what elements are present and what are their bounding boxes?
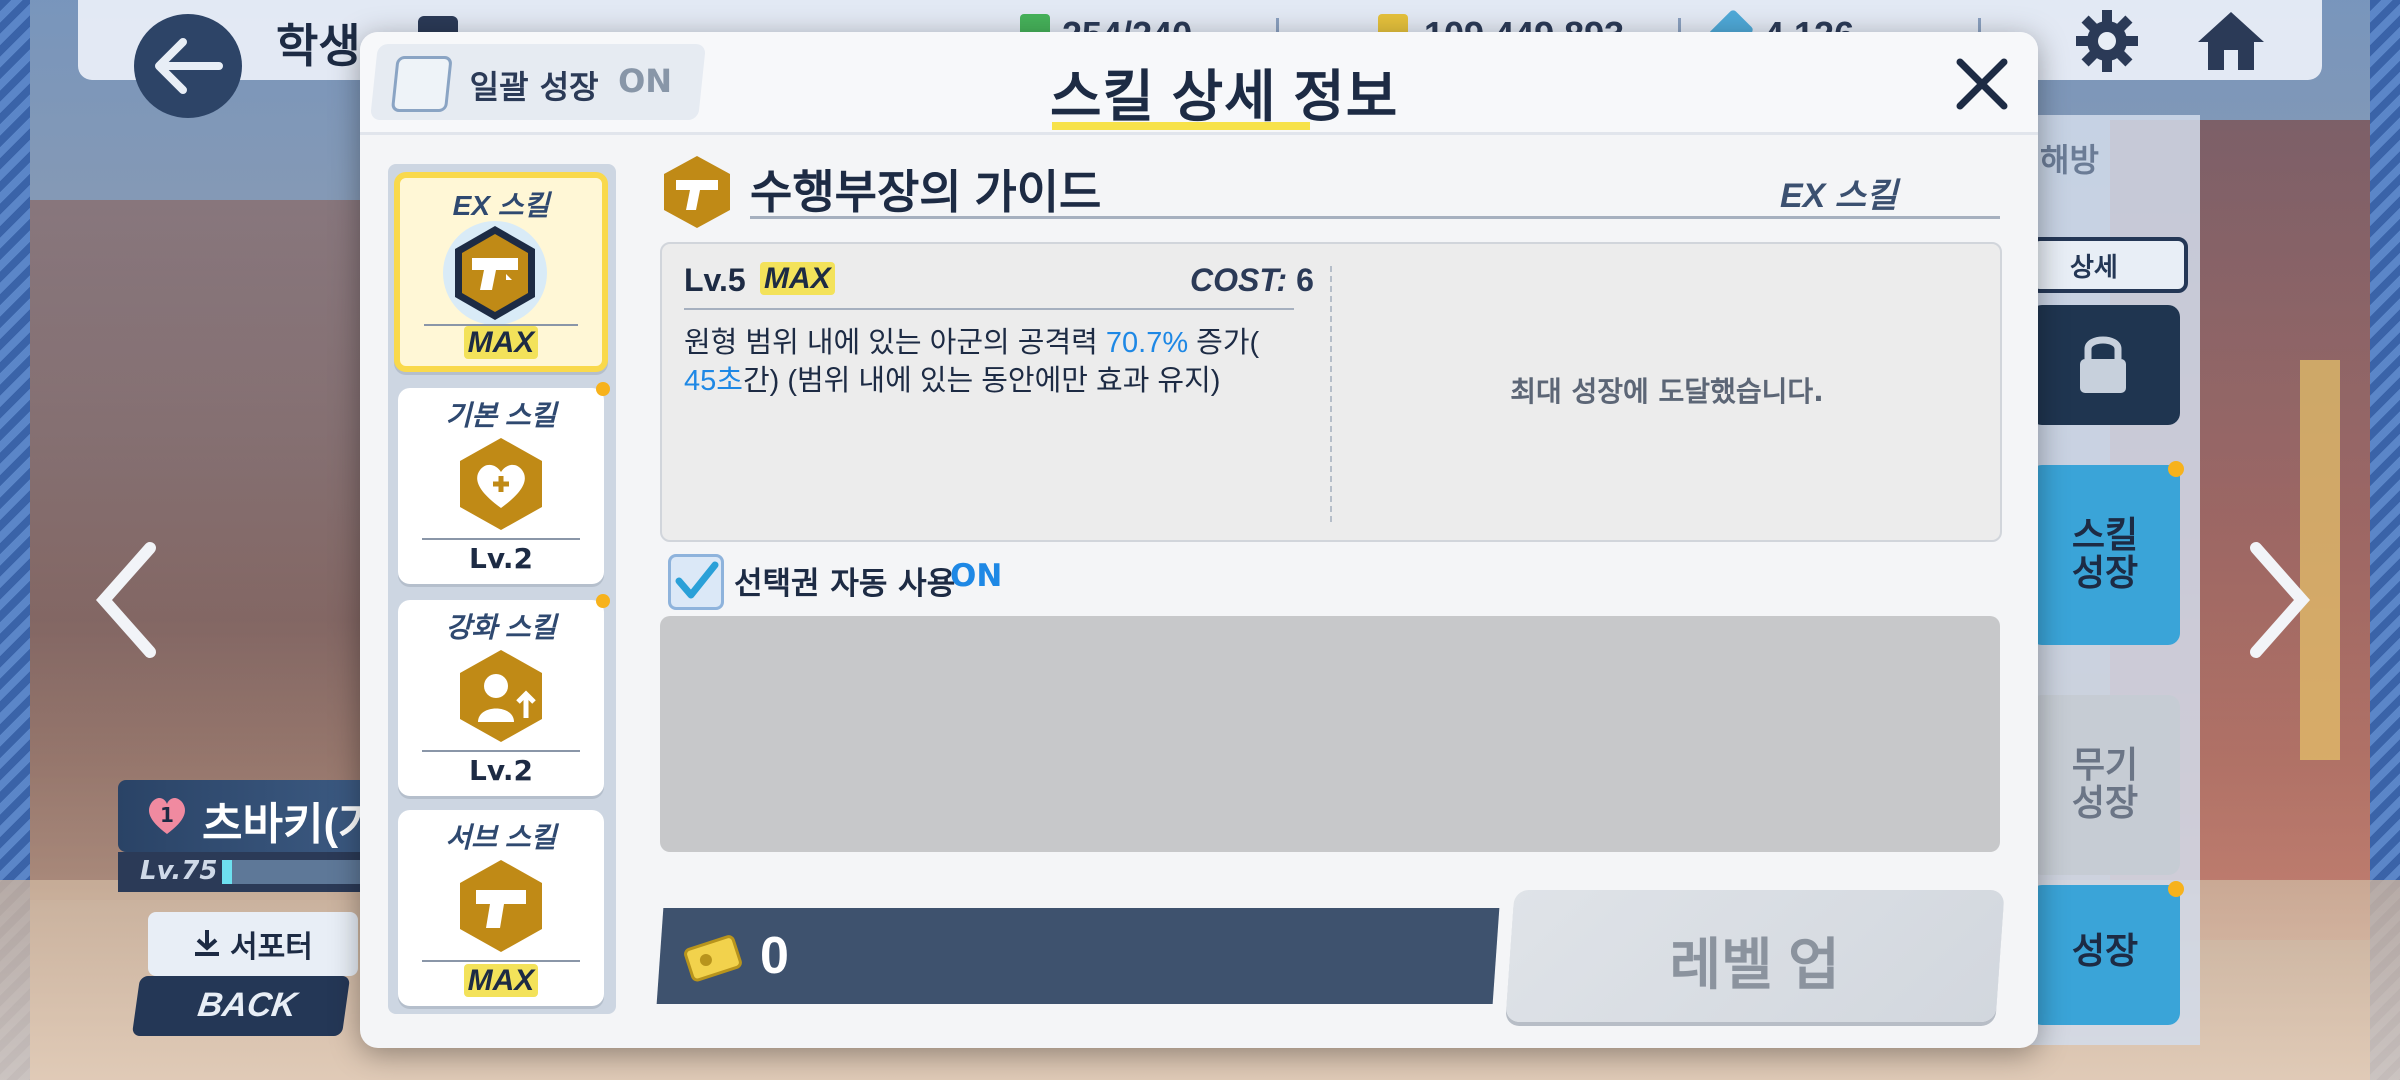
max-growth-message: 최대 성장에 도달했습니다.: [1510, 375, 1824, 408]
auto-use-label: 선택권 자동 사용: [734, 566, 956, 602]
heal-icon: [460, 438, 542, 530]
title-underline: [1052, 122, 1310, 130]
gun-icon: [664, 156, 730, 228]
screen-title: 학생: [276, 20, 361, 72]
desc-highlight-value: 70.7%: [1105, 327, 1189, 359]
desc-highlight-duration: 45초: [684, 365, 743, 397]
heart-icon: 1: [148, 797, 186, 834]
bulk-growth-state: ON: [618, 62, 673, 100]
skill-growth-label: 스킬 성장: [2071, 515, 2139, 594]
tab-level: Lv.2: [469, 542, 533, 575]
supporter-button[interactable]: 서포터: [148, 912, 358, 976]
gun-icon: [443, 221, 547, 325]
skill-growth-button[interactable]: 스킬 성장: [2030, 461, 2184, 645]
gun-icon: [460, 860, 542, 952]
bulk-growth-toggle[interactable]: 일괄 성장 ON: [370, 44, 706, 120]
auto-use-state: ON: [950, 558, 1003, 594]
character-level: Lv.75: [140, 856, 218, 886]
home-icon[interactable]: [2194, 6, 2268, 76]
skill-type: EX 스킬: [1780, 177, 1898, 215]
tab-level: MAX: [400, 326, 602, 360]
locked-ability-button[interactable]: [2030, 305, 2180, 425]
skill-level: Lv.5: [684, 262, 746, 298]
credit-icon: [684, 935, 742, 982]
tab-divider: [422, 960, 580, 962]
modal-header: 일괄 성장 ON 스킬 상세 정보: [360, 32, 2038, 135]
skill-name: 수행부장의 가이드: [750, 166, 1102, 218]
detail-button[interactable]: 상세: [2030, 237, 2188, 293]
liberation-header: 해방: [2040, 141, 2099, 179]
tab-divider: [422, 750, 580, 752]
skill-header-divider: [750, 216, 2000, 219]
close-icon[interactable]: [1952, 54, 2012, 114]
exp-bar: [222, 860, 362, 884]
desc-text: 원형 범위 내에 있는 아군의 공격력: [684, 327, 1106, 359]
max-badge: MAX: [760, 262, 835, 295]
auto-use-checkbox[interactable]: [668, 554, 724, 610]
chevron-right-icon[interactable]: [2244, 540, 2314, 660]
tab-level: MAX: [398, 964, 604, 998]
desc-text: 간) (범위 내에 있는 동안에만 효과 유지): [742, 365, 1221, 397]
back-arrow-button[interactable]: [134, 14, 242, 118]
lock-icon: [2080, 336, 2126, 393]
modal-title: 스킬 상세 정보: [1050, 65, 1399, 128]
bulk-growth-label: 일괄 성장: [469, 68, 599, 106]
weapon-growth-button[interactable]: 무기 성장: [2030, 695, 2180, 875]
tab-divider: [422, 538, 580, 540]
tab-ex-skill[interactable]: EX 스킬 MAX: [394, 172, 608, 372]
level-up-label: 레벨 업: [1669, 933, 1840, 996]
skill-description: 원형 범위 내에 있는 아군의 공격력 70.7% 증가( 45초간) (범위 내…: [684, 324, 1284, 400]
bulk-growth-checkbox[interactable]: [390, 56, 453, 112]
tab-enhance-skill[interactable]: 강화 스킬 Lv.2: [398, 594, 610, 796]
material-slot-area: [660, 616, 2000, 852]
credit-cost-bar: 0: [656, 908, 1500, 1004]
notification-dot: [2168, 461, 2184, 477]
dashed-divider: [1330, 266, 1332, 522]
skill-tab-list: EX 스킬 MAX 기본 스킬 Lv.2 강화 스킬 Lv.2 서브 스킬 MA…: [388, 164, 616, 1014]
credit-cost-value: 0: [760, 927, 789, 985]
back-label: BACK: [195, 986, 300, 1024]
weapon-growth-label: 무기 성장: [2071, 745, 2139, 824]
right-side-panel: 해방 상세 스킬 성장 무기 성장 성장: [2020, 115, 2200, 1045]
skill-detail-modal: 일괄 성장 ON 스킬 상세 정보 EX 스킬 MAX 기본 스킬 Lv.2 강…: [360, 32, 2038, 1048]
supporter-icon: [195, 930, 219, 956]
growth-label: 성장: [2071, 931, 2139, 972]
back-button[interactable]: BACK: [131, 976, 351, 1036]
character-name-plate: 1 츠바키(가이드): [118, 780, 474, 852]
buff-icon: [460, 650, 542, 742]
tab-sub-skill[interactable]: 서브 스킬 MAX: [398, 810, 604, 1006]
growth-button[interactable]: 성장: [2030, 881, 2184, 1025]
skill-info-box: Lv.5 MAX COST: 6 원형 범위 내에 있는 아군의 공격력 70.…: [660, 242, 2002, 542]
detail-label: 상세: [2070, 253, 2118, 283]
max-badge: MAX: [463, 326, 539, 359]
tab-category: 기본 스킬: [445, 400, 557, 431]
character-level-bar: Lv.75: [118, 852, 368, 892]
cost-value: 6: [1296, 262, 1314, 298]
desc-text: 증가(: [1188, 327, 1260, 359]
gear-icon[interactable]: [2072, 6, 2142, 76]
tab-category: 서브 스킬: [445, 822, 557, 853]
arrow-left-icon: [155, 38, 223, 94]
cost-label: COST: [1190, 262, 1277, 298]
tab-category: 강화 스킬: [445, 612, 557, 643]
skill-cost: COST: 6: [1190, 262, 1314, 298]
supporter-label: 서포터: [230, 930, 313, 965]
tab-level: Lv.2: [469, 754, 533, 787]
exp-fill: [222, 860, 232, 884]
notification-dot: [2168, 881, 2184, 897]
chevron-left-icon[interactable]: [92, 540, 162, 660]
tab-basic-skill[interactable]: 기본 스킬 Lv.2: [398, 382, 610, 584]
max-badge: MAX: [463, 964, 539, 997]
affection-level: 1: [160, 803, 174, 827]
level-up-button[interactable]: 레벨 업: [1505, 890, 2005, 1022]
level-divider: [684, 308, 1294, 310]
skill-level-max: MAX: [760, 262, 835, 296]
checkmark-icon: [675, 561, 719, 599]
